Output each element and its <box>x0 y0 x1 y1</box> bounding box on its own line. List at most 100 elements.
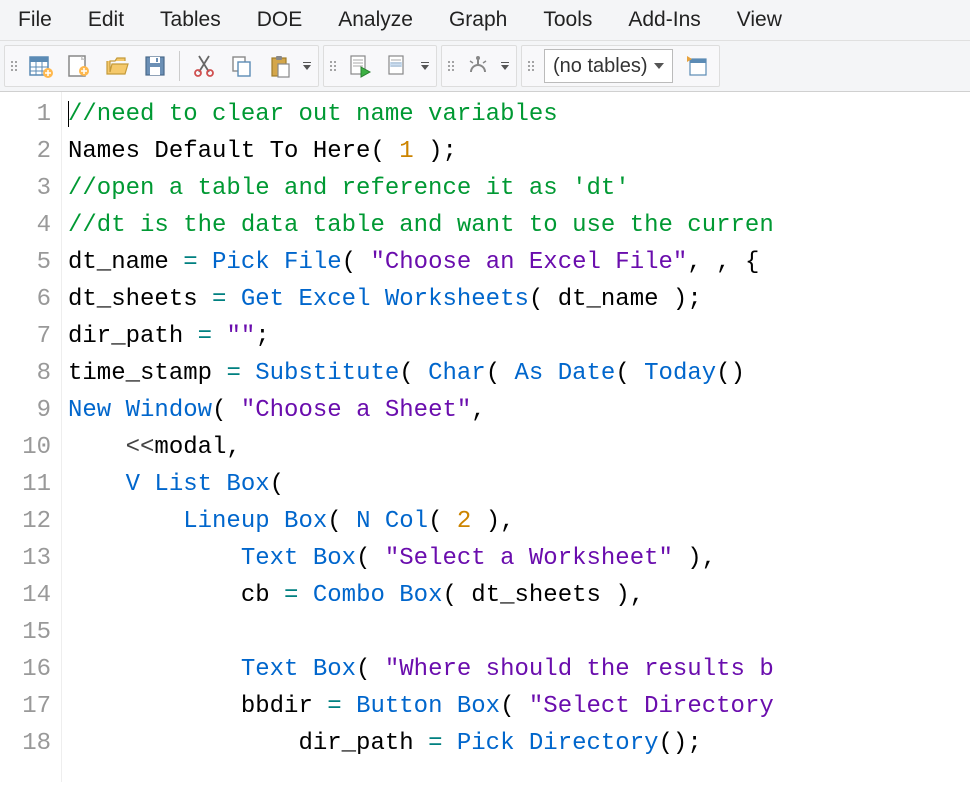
run-selection-icon[interactable] <box>380 48 416 84</box>
toolbar-group-file <box>4 45 319 87</box>
token-func: Button Box <box>356 693 500 720</box>
line-number: 4 <box>4 207 51 244</box>
token-ident <box>442 730 456 757</box>
token-func: Today <box>644 360 716 387</box>
token-ident: ( <box>270 471 284 498</box>
toolbar-grip-icon[interactable] <box>9 61 17 71</box>
token-op: = <box>428 730 442 757</box>
token-lt: << <box>126 434 155 461</box>
save-icon[interactable] <box>137 48 173 84</box>
menu-doe[interactable]: DOE <box>239 2 321 38</box>
code-line[interactable]: //open a table and reference it as 'dt' <box>68 170 970 207</box>
menu-file[interactable]: File <box>0 2 70 38</box>
cut-icon[interactable] <box>186 48 222 84</box>
menu-edit[interactable]: Edit <box>70 2 142 38</box>
token-comment: //dt is the data table and want to use t… <box>68 212 774 239</box>
new-table-icon[interactable] <box>23 48 59 84</box>
menu-tables[interactable]: Tables <box>142 2 239 38</box>
token-string: "Where should the results b <box>385 656 774 683</box>
code-line[interactable]: Lineup Box( N Col( 2 ), <box>68 503 970 540</box>
menu-view[interactable]: View <box>719 2 800 38</box>
code-editor[interactable]: 123456789101112131415161718 //need to cl… <box>0 92 970 782</box>
token-func: New Window <box>68 397 212 424</box>
token-ident <box>342 693 356 720</box>
new-script-icon[interactable] <box>61 48 97 84</box>
token-ident <box>68 656 241 683</box>
token-ident: ; <box>255 323 269 350</box>
token-op: = <box>226 360 240 387</box>
code-line[interactable]: time_stamp = Substitute( Char( As Date( … <box>68 355 970 392</box>
token-ident: ( <box>342 249 371 276</box>
code-line[interactable]: dt_sheets = Get Excel Worksheets( dt_nam… <box>68 281 970 318</box>
code-line[interactable]: cb = Combo Box( dt_sheets ), <box>68 577 970 614</box>
code-area[interactable]: //need to clear out name variables Names … <box>62 92 970 782</box>
token-ident: bbdir <box>68 693 327 720</box>
token-ident <box>226 286 240 313</box>
toolbar-overflow-icon[interactable] <box>498 48 512 84</box>
token-func: Lineup Box <box>183 508 327 535</box>
token-ident: dt_sheets <box>68 286 212 313</box>
line-number: 17 <box>4 688 51 725</box>
toolbar-group-tables: (no tables) <box>521 45 720 87</box>
toolbar-overflow-icon[interactable] <box>300 48 314 84</box>
token-ident: ( <box>428 508 457 535</box>
code-line[interactable]: New Window( "Choose a Sheet", <box>68 392 970 429</box>
token-ident <box>198 249 212 276</box>
line-number: 7 <box>4 318 51 355</box>
token-ident: ( dt_sheets ), <box>442 582 644 609</box>
code-line[interactable]: //dt is the data table and want to use t… <box>68 207 970 244</box>
token-ident: , , { <box>687 249 759 276</box>
toolbar-grip-icon[interactable] <box>526 61 534 71</box>
menu-analyze[interactable]: Analyze <box>320 2 431 38</box>
toolbar-grip-icon[interactable] <box>328 61 336 71</box>
line-number-gutter: 123456789101112131415161718 <box>0 92 62 782</box>
token-ident <box>241 360 255 387</box>
line-number: 6 <box>4 281 51 318</box>
token-string: "" <box>226 323 255 350</box>
line-number: 18 <box>4 725 51 762</box>
token-func: Text Box <box>241 545 356 572</box>
code-line[interactable]: dir_path = ""; <box>68 318 970 355</box>
token-ident: dt_name <box>68 249 183 276</box>
code-line[interactable]: <<modal, <box>68 429 970 466</box>
token-func: As Date <box>515 360 616 387</box>
code-line[interactable]: dt_name = Pick File( "Choose an Excel Fi… <box>68 244 970 281</box>
code-line[interactable]: //need to clear out name variables <box>68 96 970 133</box>
token-op: = <box>198 323 212 350</box>
token-ident <box>68 434 126 461</box>
token-ident: ( <box>356 656 385 683</box>
menu-tools[interactable]: Tools <box>525 2 610 38</box>
chevron-down-icon <box>654 63 664 69</box>
menu-addins[interactable]: Add-Ins <box>610 2 718 38</box>
menu-graph[interactable]: Graph <box>431 2 525 38</box>
line-number: 16 <box>4 651 51 688</box>
token-func: N Col <box>356 508 428 535</box>
debug-icon[interactable] <box>460 48 496 84</box>
code-line[interactable]: dir_path = Pick Directory(); <box>68 725 970 762</box>
code-line[interactable]: bbdir = Button Box( "Select Directory <box>68 688 970 725</box>
token-func: V List Box <box>126 471 270 498</box>
token-ident: time_stamp <box>68 360 226 387</box>
toolbar-grip-icon[interactable] <box>446 61 454 71</box>
token-ident: (); <box>659 730 702 757</box>
token-ident: ( <box>399 360 428 387</box>
token-ident: ( <box>500 693 529 720</box>
paste-icon[interactable] <box>262 48 298 84</box>
table-selector-dropdown[interactable]: (no tables) <box>544 49 673 83</box>
insert-table-icon[interactable] <box>679 48 715 84</box>
code-line[interactable]: V List Box( <box>68 466 970 503</box>
line-number: 14 <box>4 577 51 614</box>
open-icon[interactable] <box>99 48 135 84</box>
code-line[interactable] <box>68 614 970 651</box>
token-ident: ); <box>414 138 457 165</box>
code-line[interactable]: Text Box( "Where should the results b <box>68 651 970 688</box>
token-ident: modal, <box>154 434 240 461</box>
token-comment: //need to clear out name variables <box>68 101 558 128</box>
copy-icon[interactable] <box>224 48 260 84</box>
code-line[interactable]: Text Box( "Select a Worksheet" ), <box>68 540 970 577</box>
toolbar-overflow-icon[interactable] <box>418 48 432 84</box>
code-line[interactable]: Names Default To Here( 1 ); <box>68 133 970 170</box>
menubar: File Edit Tables DOE Analyze Graph Tools… <box>0 0 970 41</box>
run-script-icon[interactable] <box>342 48 378 84</box>
toolbar-group-run <box>323 45 437 87</box>
